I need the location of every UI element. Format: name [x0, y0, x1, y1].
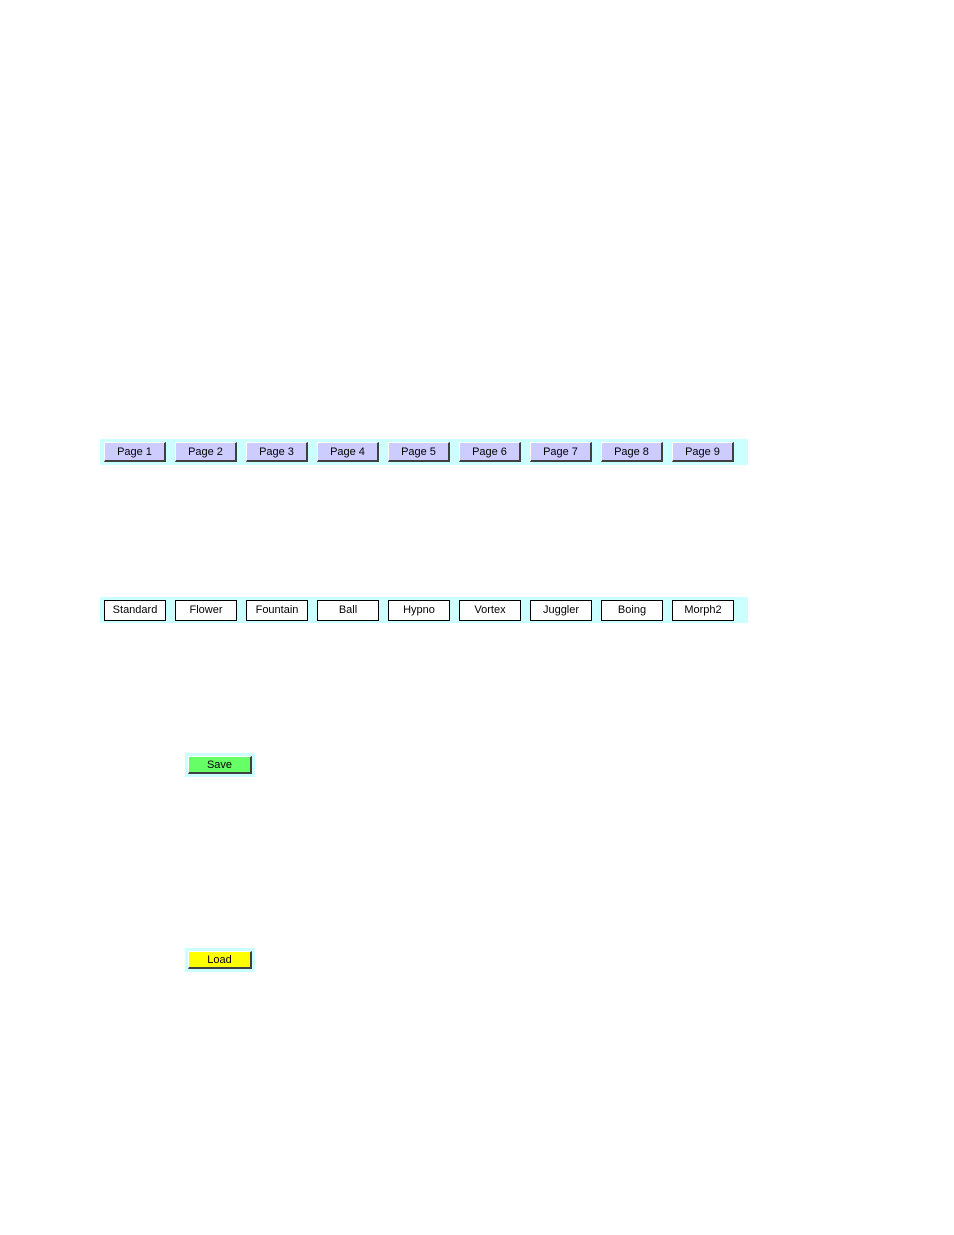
effect-button-ball[interactable]: Ball: [317, 599, 379, 621]
page-button-5[interactable]: Page 5: [388, 442, 450, 462]
page-button-2[interactable]: Page 2: [175, 442, 237, 462]
save-button-container: Save: [185, 753, 255, 777]
save-button[interactable]: Save: [188, 756, 252, 774]
page-button-9[interactable]: Page 9: [672, 442, 734, 462]
page-button-6[interactable]: Page 6: [459, 442, 521, 462]
effect-button-morph2[interactable]: Morph2: [672, 599, 734, 621]
page-button-4[interactable]: Page 4: [317, 442, 379, 462]
page-button-3[interactable]: Page 3: [246, 442, 308, 462]
effect-button-flower[interactable]: Flower: [175, 599, 237, 621]
load-button-container: Load: [185, 948, 255, 972]
effect-button-standard[interactable]: Standard: [104, 599, 166, 621]
effect-button-vortex[interactable]: Vortex: [459, 599, 521, 621]
page-button-1[interactable]: Page 1: [104, 442, 166, 462]
page-selector-toolbar: Page 1 Page 2 Page 3 Page 4 Page 5 Page 6 Page…: [100, 439, 748, 465]
effect-button-juggler[interactable]: Juggler: [530, 599, 592, 621]
effect-button-boing[interactable]: Boing: [601, 599, 663, 621]
effect-button-hypno[interactable]: Hypno: [388, 599, 450, 621]
effect-selector-toolbar: Standard Flower Fountain Ball Hypno Vortex Jug…: [100, 597, 748, 623]
page-button-7[interactable]: Page 7: [530, 442, 592, 462]
page-button-8[interactable]: Page 8: [601, 442, 663, 462]
load-button[interactable]: Load: [188, 951, 252, 969]
effect-button-fountain[interactable]: Fountain: [246, 599, 308, 621]
